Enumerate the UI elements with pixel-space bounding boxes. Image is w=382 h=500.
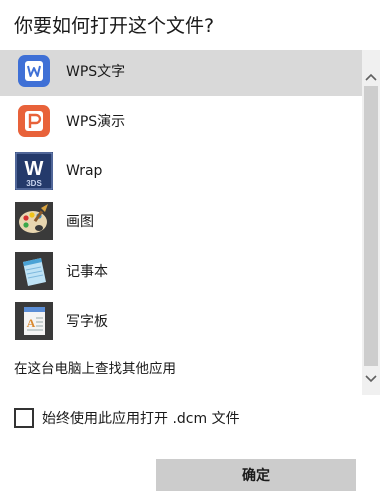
scroll-thumb[interactable]	[364, 86, 378, 366]
app-item-wrap[interactable]: W 3DS Wrap	[0, 146, 362, 196]
wrap-icon-letter: W	[25, 158, 44, 180]
find-more-apps-link[interactable]: 在这台电脑上查找其他应用	[14, 357, 176, 377]
scroll-up-button[interactable]	[362, 66, 380, 84]
app-label-paint: 画图	[66, 214, 94, 230]
app-label-wps-writer: WPS文字	[66, 64, 126, 80]
app-label-wps-presentation: WPS演示	[66, 114, 126, 130]
scroll-down-button[interactable]	[362, 368, 380, 386]
app-label-wrap: Wrap	[66, 163, 103, 179]
app-item-wps-writer[interactable]: WPS文字	[0, 50, 362, 96]
always-use-label: 始终使用此应用打开 .dcm 文件	[42, 411, 240, 427]
ok-button[interactable]: 确定	[156, 459, 356, 491]
app-label-wordpad: 写字板	[66, 314, 108, 330]
dialog-title: 你要如何打开这个文件?	[14, 15, 215, 37]
always-use-checkbox[interactable]	[14, 408, 34, 428]
app-item-notepad[interactable]: 记事本	[0, 246, 362, 296]
scrollbar[interactable]	[362, 50, 380, 395]
wordpad-icon: A	[15, 302, 53, 340]
paint-palette-icon	[15, 202, 53, 240]
app-item-wps-presentation[interactable]: WPS演示	[0, 96, 362, 146]
notepad-icon	[15, 252, 53, 290]
wrap-icon-sub: 3DS	[26, 179, 42, 188]
chevron-up-icon	[365, 66, 377, 85]
wps-presentation-icon	[15, 102, 53, 140]
wps-writer-icon	[15, 52, 53, 90]
always-use-row: 始终使用此应用打开 .dcm 文件	[14, 407, 240, 429]
svg-text:A: A	[27, 316, 36, 330]
app-item-wordpad[interactable]: A 写字板	[0, 296, 362, 346]
app-label-notepad: 记事本	[66, 264, 108, 280]
app-list: WPS文字 WPS演示 W 3DS Wrap 画图 记事本 A 写字板	[0, 50, 362, 400]
wrap-3ds-icon: W 3DS	[15, 152, 53, 190]
chevron-down-icon	[365, 368, 377, 387]
app-item-paint[interactable]: 画图	[0, 196, 362, 246]
